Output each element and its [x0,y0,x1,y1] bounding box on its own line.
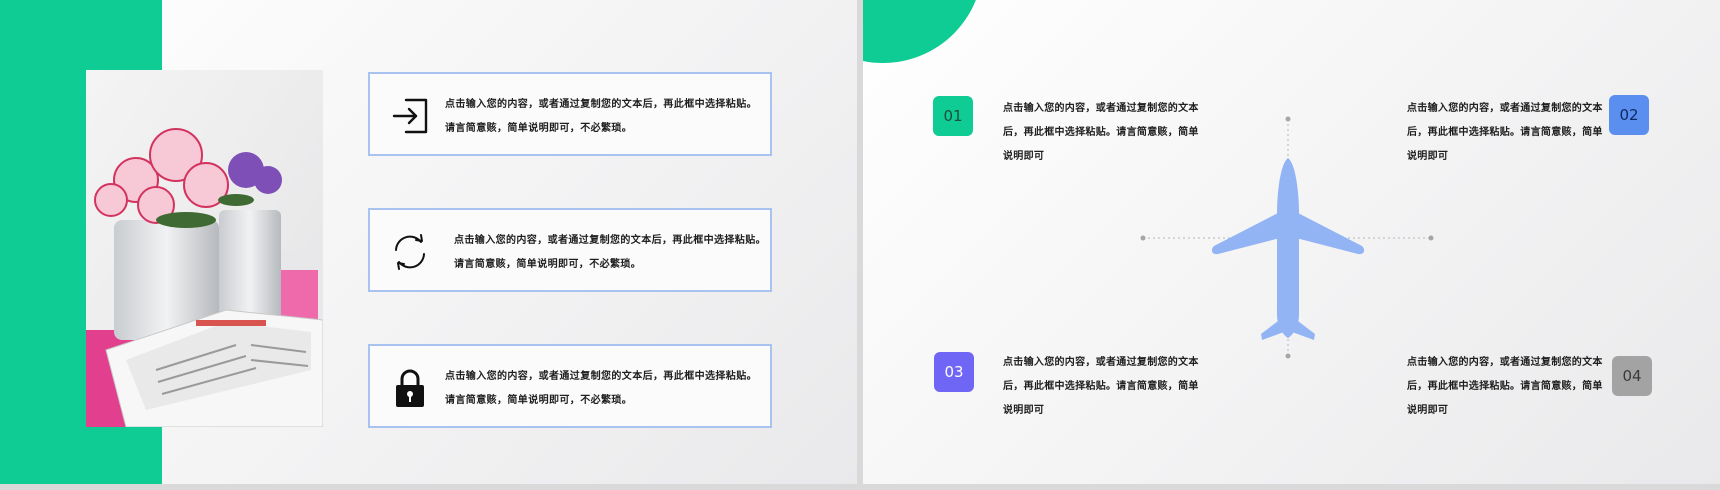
card-line-2: 请言简意赅，简单说明即可，不必繁琐。 [445,395,633,406]
lock-icon [388,366,432,410]
card-line-1: 点击输入您的内容，或者通过复制您的文本后，再此框中选择粘贴。 [445,99,757,110]
info-card-2[interactable]: 点击输入您的内容，或者通过复制您的文本后，再此框中选择粘贴。 请言简意赅，简单说… [368,208,772,292]
refresh-icon [388,230,432,274]
text-line: 说明即可 [1407,405,1449,416]
card-line-1: 点击输入您的内容，或者通过复制您的文本后，再此框中选择粘贴。 [454,235,766,246]
card-line-2: 请言简意赅，简单说明即可，不必繁琐。 [445,123,633,134]
card-line-2: 请言简意赅，简单说明即可，不必繁琐。 [454,259,642,270]
slides-canvas: 点击输入您的内容，或者通过复制您的文本后，再此框中选择粘贴。 请言简意赅，简单说… [0,0,1720,490]
number-badge-04: 04 [1612,356,1652,396]
slide-right[interactable]: 01 02 03 04 点击输入您的内容，或者通过复制您的文本 后，再此框中选择… [863,0,1720,484]
text-line: 后，再此框中选择粘贴。请言简意赅，简单 [1003,381,1199,392]
number-badge-02: 02 [1609,95,1649,135]
card-text: 点击输入您的内容，或者通过复制您的文本后，再此框中选择粘贴。 请言简意赅，简单说… [445,371,760,413]
card-text: 点击输入您的内容，或者通过复制您的文本后，再此框中选择粘贴。 请言简意赅，简单说… [454,235,766,277]
card-line-1: 点击输入您的内容，或者通过复制您的文本后，再此框中选择粘贴。 [445,371,757,382]
number-badge-01: 01 [933,96,973,136]
login-arrow-icon [388,94,432,138]
text-line: 后，再此框中选择粘贴。请言简意赅，简单 [1407,381,1603,392]
airplane-icon [1138,114,1438,364]
text-line: 说明即可 [1003,405,1045,416]
number-badge-03: 03 [934,352,974,392]
flower-book-photo [86,70,323,427]
info-card-3[interactable]: 点击输入您的内容，或者通过复制您的文本后，再此框中选择粘贴。 请言简意赅，简单说… [368,344,772,428]
green-corner-shape [863,0,983,63]
card-text: 点击输入您的内容，或者通过复制您的文本后，再此框中选择粘贴。 请言简意赅，简单说… [445,99,760,141]
slide-left[interactable]: 点击输入您的内容，或者通过复制您的文本后，再此框中选择粘贴。 请言简意赅，简单说… [0,0,857,484]
info-card-1[interactable]: 点击输入您的内容，或者通过复制您的文本后，再此框中选择粘贴。 请言简意赅，简单说… [368,72,772,156]
